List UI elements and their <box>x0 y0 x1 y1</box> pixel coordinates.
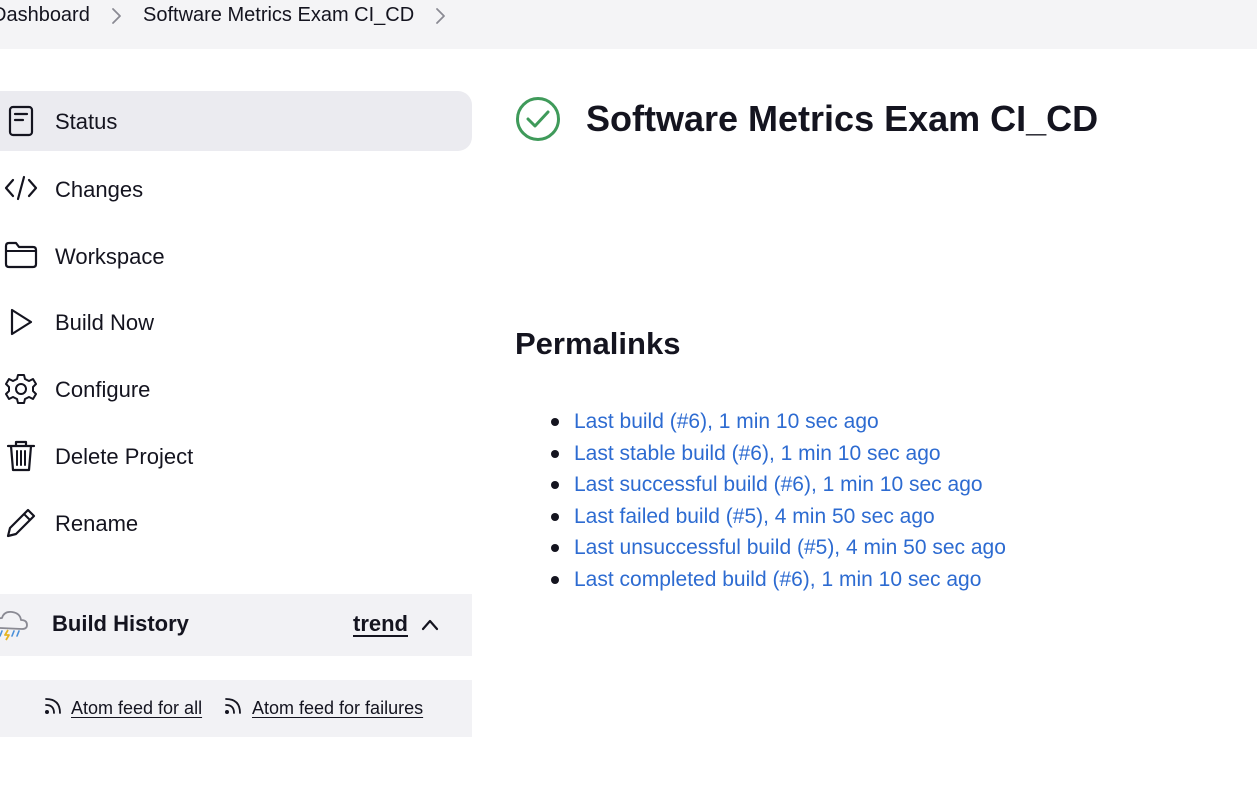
code-icon <box>4 175 38 201</box>
bullet <box>551 544 559 553</box>
permalink-last-completed-build[interactable]: Last completed build (#6), 1 min 10 sec … <box>574 568 981 591</box>
sidebar-item-rename[interactable]: Rename <box>0 493 472 553</box>
breadcrumb-dashboard[interactable]: Dashboard <box>0 4 90 27</box>
pencil-icon <box>6 508 36 538</box>
chevron-right-icon[interactable] <box>433 7 449 25</box>
success-check-icon <box>516 97 560 141</box>
permalink-last-successful-build[interactable]: Last successful build (#6), 1 min 10 sec… <box>574 473 983 496</box>
atom-feed-failures-link[interactable]: Atom feed for failures <box>252 698 423 719</box>
sidebar-item-changes[interactable]: Changes <box>0 158 472 218</box>
permalinks-list: Last build (#6), 1 min 10 sec ago Last s… <box>551 406 1006 596</box>
permalink-last-stable-build[interactable]: Last stable build (#6), 1 min 10 sec ago <box>574 442 941 465</box>
build-history-title: Build History <box>52 611 189 636</box>
sidebar-item-delete-project[interactable]: Delete Project <box>0 426 472 486</box>
sidebar-item-workspace[interactable]: Workspace <box>0 225 472 285</box>
chevron-up-icon[interactable] <box>421 616 439 634</box>
bullet <box>551 449 559 458</box>
atom-feeds: Atom feed for all Atom feed for failures <box>0 680 472 737</box>
weather-storm-icon <box>0 610 28 641</box>
permalink-last-failed-build[interactable]: Last failed build (#5), 4 min 50 sec ago <box>574 505 935 528</box>
list-item: Last completed build (#6), 1 min 10 sec … <box>551 564 1006 596</box>
sidebar-item-label: Configure <box>55 377 151 402</box>
trend-link[interactable]: trend <box>353 611 408 637</box>
list-item: Last unsuccessful build (#5), 4 min 50 s… <box>551 532 1006 564</box>
build-history-header: Build History trend <box>0 594 472 656</box>
breadcrumb-project[interactable]: Software Metrics Exam CI_CD <box>143 4 414 27</box>
sidebar-item-label: Workspace <box>55 244 165 269</box>
permalink-last-unsuccessful-build[interactable]: Last unsuccessful build (#5), 4 min 50 s… <box>574 536 1006 559</box>
sidebar-item-status[interactable]: Status <box>0 91 472 151</box>
rss-feed-icon <box>225 698 241 714</box>
bullet <box>551 512 559 521</box>
atom-feed-all-link[interactable]: Atom feed for all <box>71 698 202 719</box>
breadcrumb: Dashboard Software Metrics Exam CI_CD <box>0 0 1257 49</box>
page-title: Software Metrics Exam CI_CD <box>586 98 1099 139</box>
sidebar-item-label: Changes <box>55 177 144 202</box>
chevron-right-icon <box>112 8 121 24</box>
status-document-icon <box>8 105 34 137</box>
trash-icon <box>6 440 36 472</box>
sidebar-item-build-now[interactable]: Build Now <box>0 292 472 352</box>
gear-icon <box>5 374 37 404</box>
folder-icon <box>4 241 38 269</box>
sidebar-item-configure[interactable]: Configure <box>0 359 472 419</box>
list-item: Last build (#6), 1 min 10 sec ago <box>551 406 1006 438</box>
bullet <box>551 418 559 426</box>
play-icon <box>10 308 33 336</box>
list-item: Last stable build (#6), 1 min 10 sec ago <box>551 438 1006 470</box>
sidebar-item-label: Rename <box>55 511 139 536</box>
sidebar-item-label: Status <box>55 109 118 134</box>
sidebar-item-label: Delete Project <box>55 444 194 469</box>
sidebar-item-label: Build Now <box>55 310 155 335</box>
rss-feed-icon <box>45 698 61 714</box>
bullet <box>551 481 559 490</box>
permalink-last-build[interactable]: Last build (#6), 1 min 10 sec ago <box>574 410 879 433</box>
list-item: Last successful build (#6), 1 min 10 sec… <box>551 469 1006 501</box>
list-item: Last failed build (#5), 4 min 50 sec ago <box>551 501 1006 533</box>
bullet <box>551 575 559 584</box>
permalinks-heading: Permalinks <box>515 326 681 361</box>
